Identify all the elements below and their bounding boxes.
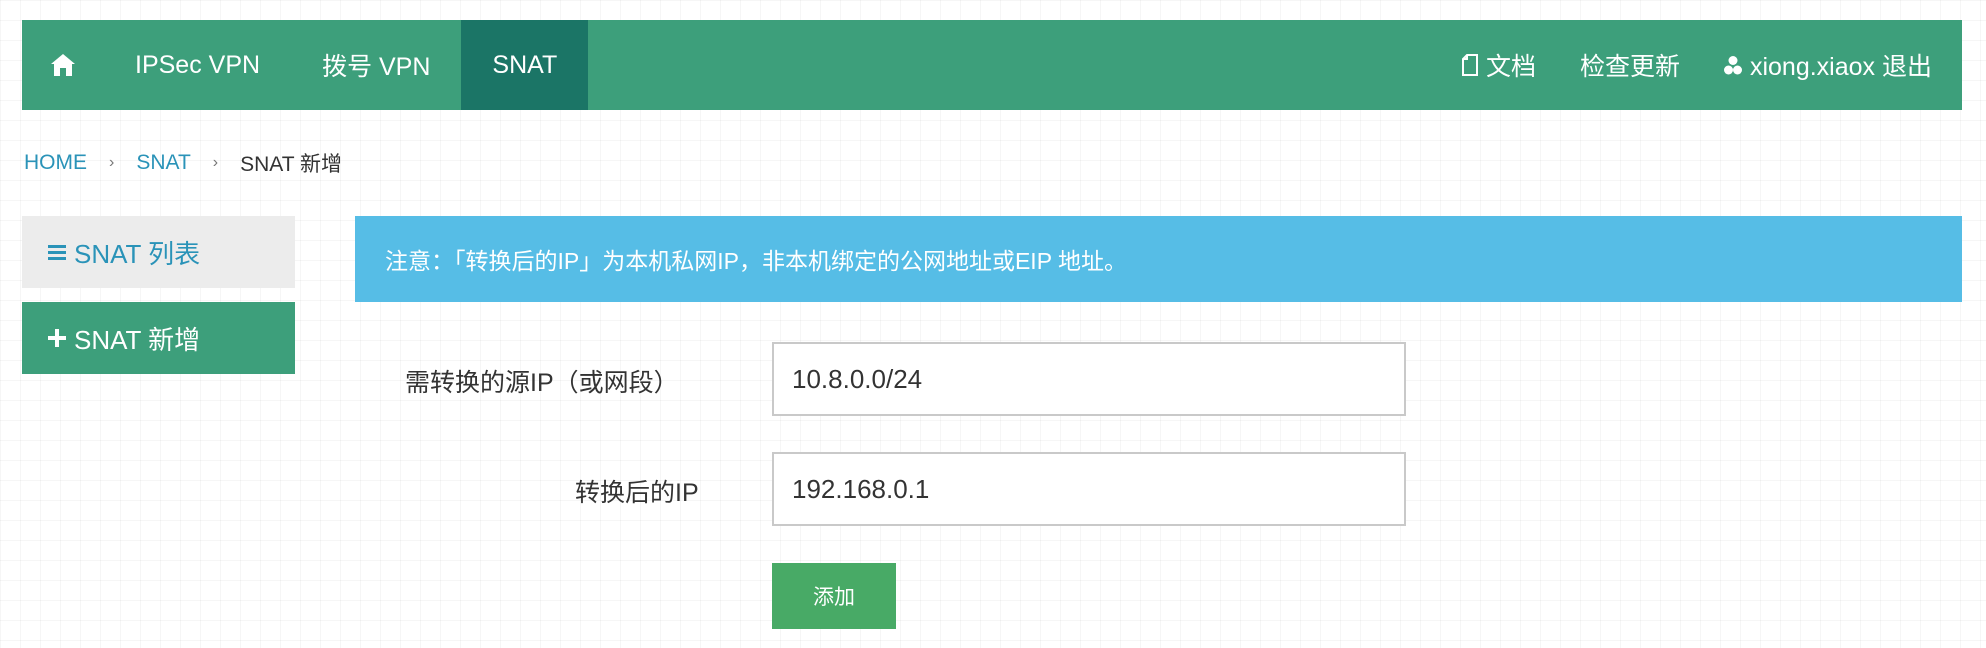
target-ip-input[interactable]	[772, 452, 1406, 526]
user-icon	[1723, 55, 1742, 75]
target-ip-label: 转换后的IP	[575, 479, 699, 507]
plus-icon	[48, 329, 66, 347]
notice-alert: 注意：「转换后的IP」为本机私网IP，非本机绑定的公网地址或EIP 地址。	[355, 216, 1962, 302]
nav-left: IPSec VPN 拨号 VPN SNAT	[22, 20, 589, 110]
nav-item-ipsec-vpn[interactable]: IPSec VPN	[104, 20, 291, 110]
nav-user-logout[interactable]: xiong.xiaox 退出	[1702, 20, 1962, 110]
sidebar-item-label: SNAT 新增	[74, 324, 201, 355]
nav-right: 文档 检查更新 xiong.xiaox 退出	[1440, 20, 1962, 110]
nav-item-dialup-vpn[interactable]: 拨号 VPN	[291, 20, 461, 110]
breadcrumb-home[interactable]: HOME	[24, 151, 87, 175]
list-icon	[48, 243, 66, 261]
top-navbar: IPSec VPN 拨号 VPN SNAT 文档 检查更新 xiong.xiao…	[22, 20, 1962, 110]
home-icon	[50, 53, 76, 77]
notice-text: 注意：「转换后的IP」为本机私网IP，非本机绑定的公网地址或EIP 地址。	[385, 248, 1128, 274]
breadcrumb: HOME › SNAT › SNAT 新增	[24, 148, 342, 178]
add-button[interactable]: 添加	[772, 563, 896, 629]
breadcrumb-snat[interactable]: SNAT	[136, 151, 190, 175]
source-ip-input[interactable]	[772, 342, 1406, 416]
breadcrumb-current: SNAT 新增	[240, 153, 343, 176]
nav-check-update-link[interactable]: 检查更新	[1558, 20, 1702, 110]
nav-home[interactable]	[22, 20, 104, 110]
sidebar-item-label: SNAT 列表	[74, 238, 201, 269]
sidebar-item-snat-add[interactable]: SNAT 新增	[22, 302, 295, 374]
breadcrumb-separator: ›	[109, 154, 115, 171]
sidebar-item-snat-list[interactable]: SNAT 列表	[22, 216, 295, 288]
nav-item-snat[interactable]: SNAT	[461, 20, 589, 110]
docs-label: 文档	[1485, 53, 1536, 81]
document-icon	[1461, 54, 1478, 76]
nav-docs-link[interactable]: 文档	[1440, 20, 1558, 110]
user-label: xiong.xiaox 退出	[1749, 53, 1932, 81]
breadcrumb-separator: ›	[212, 154, 219, 171]
source-ip-label: 需转换的源IP（或网段）	[405, 369, 679, 397]
